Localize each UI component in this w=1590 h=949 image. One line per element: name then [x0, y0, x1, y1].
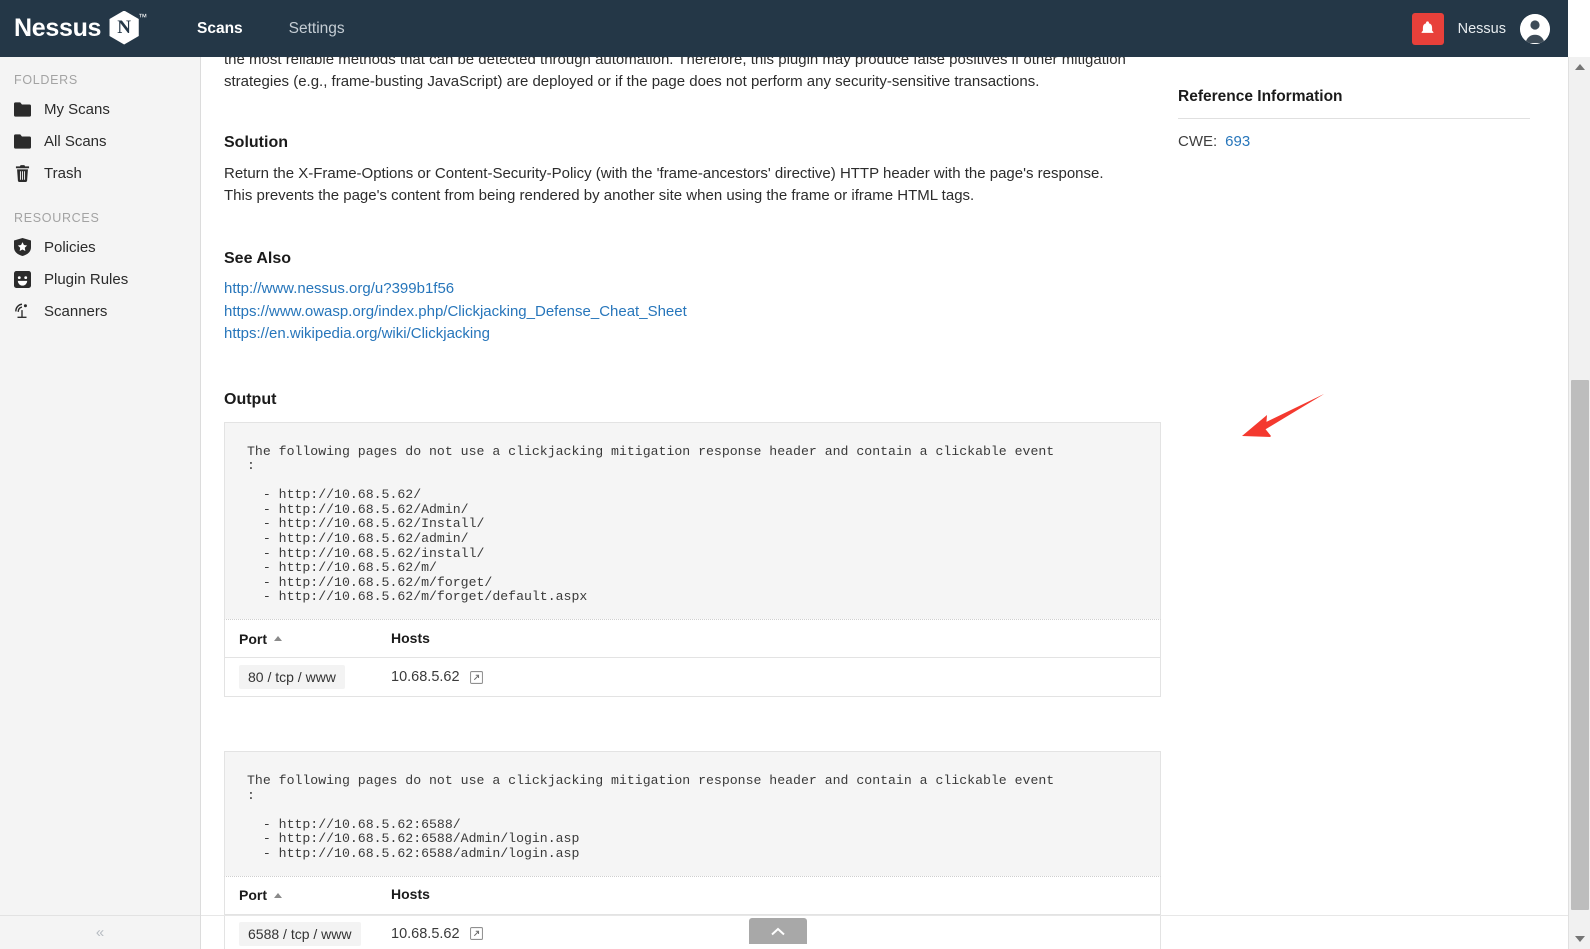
- nav-item-settings[interactable]: Settings: [287, 16, 347, 42]
- sidebar-group-label-resources: RESOURCES: [14, 211, 100, 225]
- plugin-detail-column: the most reliable methods that can be de…: [224, 57, 1164, 949]
- scrollbar-up-button[interactable]: [1569, 57, 1590, 77]
- external-link-icon[interactable]: [469, 670, 483, 684]
- user-name-label[interactable]: Nessus: [1458, 21, 1506, 37]
- back-to-top-button[interactable]: [749, 918, 807, 944]
- annotation-arrow: [1242, 394, 1324, 437]
- port-hosts-table: Port Hosts 6588 / tcp / www 10.68.5.62: [224, 875, 1161, 949]
- sidebar-item-policies[interactable]: Policies: [0, 231, 200, 263]
- reference-value-cwe[interactable]: 693: [1225, 133, 1250, 150]
- see-also-link[interactable]: https://www.owasp.org/index.php/Clickjac…: [224, 301, 1164, 324]
- sidebar-item-label: Policies: [44, 238, 96, 256]
- output-block: The following pages do not use a clickja…: [224, 421, 1161, 620]
- chevron-up-icon: [771, 927, 785, 935]
- folder-icon: [12, 99, 32, 119]
- trash-icon: [12, 163, 32, 183]
- port-badge: 6588 / tcp / www: [239, 921, 361, 946]
- table-header-row: Port Hosts: [225, 620, 1160, 659]
- triangle-down-icon: [1575, 936, 1585, 942]
- output-heading: Output: [224, 390, 277, 408]
- chevron-double-left-icon: «: [95, 924, 105, 941]
- page-scrollbar[interactable]: [1568, 57, 1590, 949]
- sidebar-item-scanners[interactable]: Scanners: [0, 295, 200, 327]
- logo-text: Nessus: [14, 14, 102, 42]
- output-text: The following pages do not use a clickja…: [247, 443, 1055, 605]
- scrollbar-thumb[interactable]: [1571, 380, 1589, 910]
- description-clipped-line: the most reliable methods that can be de…: [224, 57, 1126, 68]
- header-right-filler: [1568, 0, 1590, 57]
- logo-trademark: ™: [138, 11, 148, 22]
- user-avatar-icon: [1520, 13, 1550, 44]
- sidebar-item-label: All Scans: [44, 132, 107, 150]
- sidebar: FOLDERS My Scans All Scans Trash RESOURC…: [0, 57, 201, 949]
- column-header-hosts[interactable]: Hosts: [391, 630, 430, 646]
- triangle-up-icon: [1575, 64, 1585, 70]
- description-line-2: strategies (e.g., frame-busting JavaScri…: [224, 73, 1040, 90]
- table-header-row: Port Hosts: [225, 877, 1160, 915]
- avatar[interactable]: [1520, 13, 1550, 44]
- table-row[interactable]: 80 / tcp / www 10.68.5.62: [225, 658, 1160, 696]
- plugin-icon: [12, 269, 32, 289]
- port-hosts-table: Port Hosts 80 / tcp / www 10.68.5.62: [224, 619, 1161, 698]
- solution-line-1: Return the X-Frame-Options or Content-Se…: [224, 165, 1104, 182]
- sidebar-item-trash[interactable]: Trash: [0, 157, 200, 189]
- sidebar-group-label-folders: FOLDERS: [14, 73, 78, 87]
- see-also-link[interactable]: http://www.nessus.org/u?399b1f56: [224, 278, 1164, 301]
- column-header-port[interactable]: Port: [239, 631, 267, 647]
- sort-ascending-icon[interactable]: [274, 892, 282, 898]
- output-block: The following pages do not use a clickja…: [224, 751, 1161, 876]
- reference-panel-title: Reference Information: [1178, 88, 1530, 119]
- main-content: the most reliable methods that can be de…: [201, 57, 1568, 949]
- reference-row: CWE: 693: [1178, 119, 1530, 150]
- notifications-button[interactable]: [1411, 12, 1444, 45]
- sidebar-item-label: Plugin Rules: [44, 270, 129, 288]
- external-link-icon[interactable]: [469, 927, 483, 941]
- sidebar-item-label: Trash: [44, 164, 82, 182]
- reference-key: CWE:: [1178, 133, 1218, 150]
- logo-letter: N: [117, 16, 131, 38]
- header-right-group: Nessus: [1411, 12, 1568, 45]
- solution-line-2: This prevents the page's content from be…: [224, 187, 975, 204]
- column-header-port[interactable]: Port: [239, 887, 267, 903]
- see-also-links: http://www.nessus.org/u?399b1f56 https:/…: [224, 278, 1164, 346]
- sort-ascending-icon[interactable]: [274, 636, 282, 642]
- sidebar-item-plugin-rules[interactable]: Plugin Rules: [0, 263, 200, 295]
- sidebar-item-all-scans[interactable]: All Scans: [0, 125, 200, 157]
- port-badge: 80 / tcp / www: [239, 665, 345, 690]
- scanner-radar-icon: [12, 301, 32, 321]
- host-value: 10.68.5.62: [391, 669, 460, 686]
- solution-heading: Solution: [224, 134, 288, 151]
- folder-icon: [12, 131, 32, 151]
- sidebar-collapse-button[interactable]: «: [0, 915, 200, 949]
- sidebar-item-my-scans[interactable]: My Scans: [0, 93, 200, 125]
- footer-divider: [201, 915, 1568, 916]
- reference-information-panel: Reference Information CWE: 693: [1178, 88, 1530, 150]
- app-header: Nessus N ™ Scans Settings Nessus: [0, 0, 1568, 57]
- see-also-link[interactable]: https://en.wikipedia.org/wiki/Clickjacki…: [224, 323, 1164, 346]
- main-nav: Scans Settings: [195, 0, 347, 57]
- scrollbar-down-button[interactable]: [1569, 929, 1590, 949]
- sidebar-item-label: Scanners: [44, 302, 108, 320]
- app-logo[interactable]: Nessus N ™: [0, 0, 185, 57]
- shield-star-icon: [12, 237, 32, 257]
- sidebar-item-label: My Scans: [44, 100, 110, 118]
- output-text: The following pages do not use a clickja…: [247, 773, 1055, 861]
- column-header-hosts[interactable]: Hosts: [391, 886, 430, 902]
- see-also-heading: See Also: [224, 250, 291, 267]
- nav-item-scans[interactable]: Scans: [195, 16, 245, 42]
- bell-icon: [1421, 21, 1434, 33]
- host-value: 10.68.5.62: [391, 925, 460, 942]
- logo-hexagon-icon: N ™: [107, 10, 147, 47]
- table-row[interactable]: 6588 / tcp / www 10.68.5.62: [225, 915, 1160, 949]
